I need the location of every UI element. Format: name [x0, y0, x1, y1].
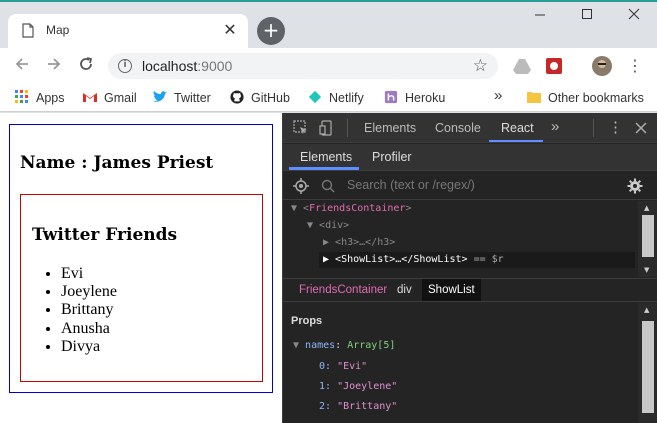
bookmarks-overflow-button[interactable]: » — [494, 87, 502, 104]
browser-toolbar: i localhost:9000 ☆ ⋮ — [0, 48, 657, 84]
settings-gear-icon[interactable] — [627, 178, 643, 194]
tree-row[interactable]: ▼ <div> — [307, 218, 349, 234]
name-heading: Name : James Priest — [20, 153, 214, 173]
tab-console[interactable]: Console — [435, 121, 481, 135]
breadcrumb-item[interactable]: div — [391, 279, 418, 301]
list-item: Divya — [61, 338, 117, 356]
forward-arrow-icon[interactable] — [44, 56, 64, 76]
props-heading: Props — [291, 315, 323, 327]
site-info-icon[interactable]: i — [118, 59, 132, 73]
tab-title: Map — [46, 23, 70, 37]
gmail-icon — [83, 93, 97, 102]
tab-react[interactable]: React — [501, 121, 534, 135]
prop-row[interactable]: 0: "Evi" — [319, 359, 367, 375]
breadcrumb: FriendsContainer div ShowList — [283, 278, 657, 302]
tree-row-selected[interactable]: ▶ <ShowList>…</ShowList> == $r — [319, 252, 635, 268]
folder-icon — [527, 92, 541, 103]
props-panel: Props ▼ names: Array[5] 0: "Evi" 1: "Joe… — [283, 303, 638, 423]
new-tab-button[interactable]: + — [257, 17, 285, 45]
inspect-element-icon[interactable] — [293, 120, 309, 136]
tab-elements[interactable]: Elements — [364, 121, 416, 135]
document-icon — [22, 23, 34, 38]
netlify-icon — [308, 90, 322, 104]
maximize-icon[interactable] — [577, 8, 597, 24]
page-viewport: Name : James Priest Twitter Friends Evi … — [0, 113, 282, 423]
bookmark-other[interactable]: Other bookmarks — [526, 90, 644, 105]
apps-grid-icon — [15, 90, 28, 103]
react-subtabs: Elements Profiler — [283, 144, 657, 170]
minimize-icon[interactable] — [530, 8, 550, 24]
twitter-bird-icon — [153, 91, 167, 102]
close-tab-icon[interactable]: ✕ — [222, 22, 238, 38]
heroku-icon — [384, 90, 398, 104]
bookmark-star-icon[interactable]: ☆ — [473, 56, 488, 76]
subtab-profiler[interactable]: Profiler — [372, 150, 412, 164]
list-item: Brittany — [61, 301, 117, 319]
friends-container: Name : James Priest Twitter Friends Evi … — [9, 124, 273, 393]
menu-kebab-icon[interactable]: ⋮ — [625, 56, 645, 76]
breadcrumb-item[interactable]: FriendsContainer — [293, 279, 393, 301]
bookmarks-bar: Apps Gmail Twitter GitHub Netlify Heroku… — [0, 84, 657, 112]
scrollbar-thumb[interactable] — [642, 321, 654, 413]
address-bar[interactable]: i localhost:9000 ☆ — [108, 53, 498, 79]
devtools-tabbar: Elements Console React » ⋮ — [283, 113, 657, 143]
reload-icon[interactable] — [76, 56, 96, 76]
twitter-friends-heading: Twitter Friends — [32, 225, 178, 245]
browser-tab[interactable]: Map ✕ — [8, 14, 248, 48]
showlist-box: Twitter Friends Evi Joeylene Brittany An… — [20, 194, 263, 382]
close-window-icon[interactable] — [624, 8, 644, 24]
breadcrumb-item-active[interactable]: ShowList — [422, 279, 481, 301]
profile-avatar[interactable] — [592, 56, 612, 76]
extension-icon[interactable] — [544, 56, 564, 76]
device-toolbar-icon[interactable] — [319, 120, 335, 136]
tree-row[interactable]: ▶ <h3>…</h3> — [323, 235, 395, 251]
list-item: Joeylene — [61, 283, 117, 301]
bookmark-gmail[interactable]: Gmail — [82, 90, 137, 105]
scrollbar-thumb[interactable] — [642, 215, 654, 257]
target-select-icon[interactable] — [293, 178, 309, 194]
props-scrollbar[interactable]: ▲ — [638, 303, 657, 423]
bookmark-netlify[interactable]: Netlify — [307, 90, 364, 105]
active-tab-indicator — [489, 140, 543, 142]
divider — [593, 119, 594, 137]
devtools-menu-icon[interactable]: ⋮ — [608, 118, 623, 136]
search-icon — [321, 179, 335, 193]
component-search-bar: Search (text or /regex/) — [283, 170, 657, 200]
subtab-elements[interactable]: Elements — [300, 150, 352, 164]
tree-row[interactable]: ▼ <FriendsContainer> — [291, 201, 411, 217]
prop-row[interactable]: ▼ names: Array[5] — [293, 338, 395, 354]
search-input[interactable]: Search (text or /regex/) — [347, 178, 475, 192]
address-url: localhost:9000 — [142, 58, 233, 74]
tree-scrollbar[interactable]: ▲ ▼ — [638, 201, 657, 277]
component-tree: ▼ <FriendsContainer> ▼ <div> ▶ <h3>…</h3… — [283, 201, 638, 277]
bookmark-apps[interactable]: Apps — [14, 90, 65, 105]
more-tabs-button[interactable]: » — [551, 118, 559, 135]
devtools-panel: Elements Console React » ⋮ Elements Prof… — [282, 113, 657, 423]
bookmark-twitter[interactable]: Twitter — [152, 90, 211, 105]
list-item: Anusha — [61, 320, 117, 338]
divider — [347, 119, 348, 137]
prop-row[interactable]: 1: "Joeylene" — [319, 379, 397, 395]
list-item: Evi — [61, 265, 117, 283]
bookmark-github[interactable]: GitHub — [229, 90, 290, 105]
back-arrow-icon[interactable] — [12, 56, 32, 76]
prop-row[interactable]: 2: "Brittany" — [319, 399, 397, 415]
close-devtools-icon[interactable] — [633, 120, 649, 136]
github-icon — [230, 90, 244, 104]
friends-list: Evi Joeylene Brittany Anusha Divya — [61, 265, 117, 356]
drive-extension-icon[interactable] — [512, 56, 532, 76]
bookmark-heroku[interactable]: Heroku — [383, 90, 445, 105]
